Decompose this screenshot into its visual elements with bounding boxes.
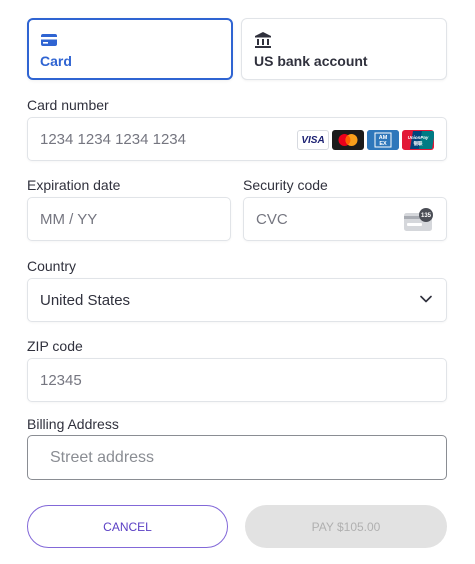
country-value: United States — [40, 292, 131, 309]
street-address-input[interactable] — [50, 436, 430, 479]
unionpay-icon: UnionPay 银联 — [402, 130, 434, 150]
tab-card-label: Card — [40, 53, 72, 69]
cvc-badge-text: 135 — [421, 213, 432, 219]
billing-address-label: Billing Address — [27, 416, 119, 432]
tab-us-bank-account[interactable]: US bank account — [241, 18, 447, 80]
svg-text:银联: 银联 — [414, 140, 423, 147]
country-select[interactable]: United States — [27, 278, 447, 322]
security-code-label: Security code — [243, 177, 328, 193]
billing-address-field[interactable] — [27, 435, 447, 480]
mastercard-icon — [332, 130, 364, 150]
svg-text:UnionPay: UnionPay — [408, 135, 429, 140]
bank-icon — [255, 32, 271, 48]
visa-icon: VISA — [297, 130, 329, 150]
card-number-label: Card number — [27, 97, 109, 113]
zip-code-field[interactable] — [27, 358, 447, 402]
chevron-down-icon — [420, 295, 432, 303]
country-label: Country — [27, 258, 77, 274]
expiration-date-field[interactable] — [27, 197, 231, 241]
zip-code-label: ZIP code — [27, 338, 83, 354]
zip-code-input[interactable] — [40, 359, 434, 401]
card-brand-icons: VISA AM EX UnionPay 银联 — [297, 130, 434, 150]
security-code-field[interactable]: 135 — [243, 197, 447, 241]
svg-text:EX: EX — [379, 141, 387, 147]
amex-icon: AM EX — [367, 130, 399, 150]
cvc-card-icon: 135 — [404, 208, 433, 231]
credit-card-icon — [41, 34, 57, 46]
tab-card[interactable]: Card — [27, 18, 233, 80]
cancel-button[interactable]: CANCEL — [27, 505, 228, 548]
expiration-date-label: Expiration date — [27, 177, 121, 193]
expiration-date-input[interactable] — [40, 198, 218, 240]
card-number-field[interactable]: VISA AM EX UnionPay 银联 — [27, 117, 447, 161]
tab-us-bank-account-label: US bank account — [254, 53, 368, 69]
pay-button[interactable]: PAY $105.00 — [245, 505, 447, 548]
